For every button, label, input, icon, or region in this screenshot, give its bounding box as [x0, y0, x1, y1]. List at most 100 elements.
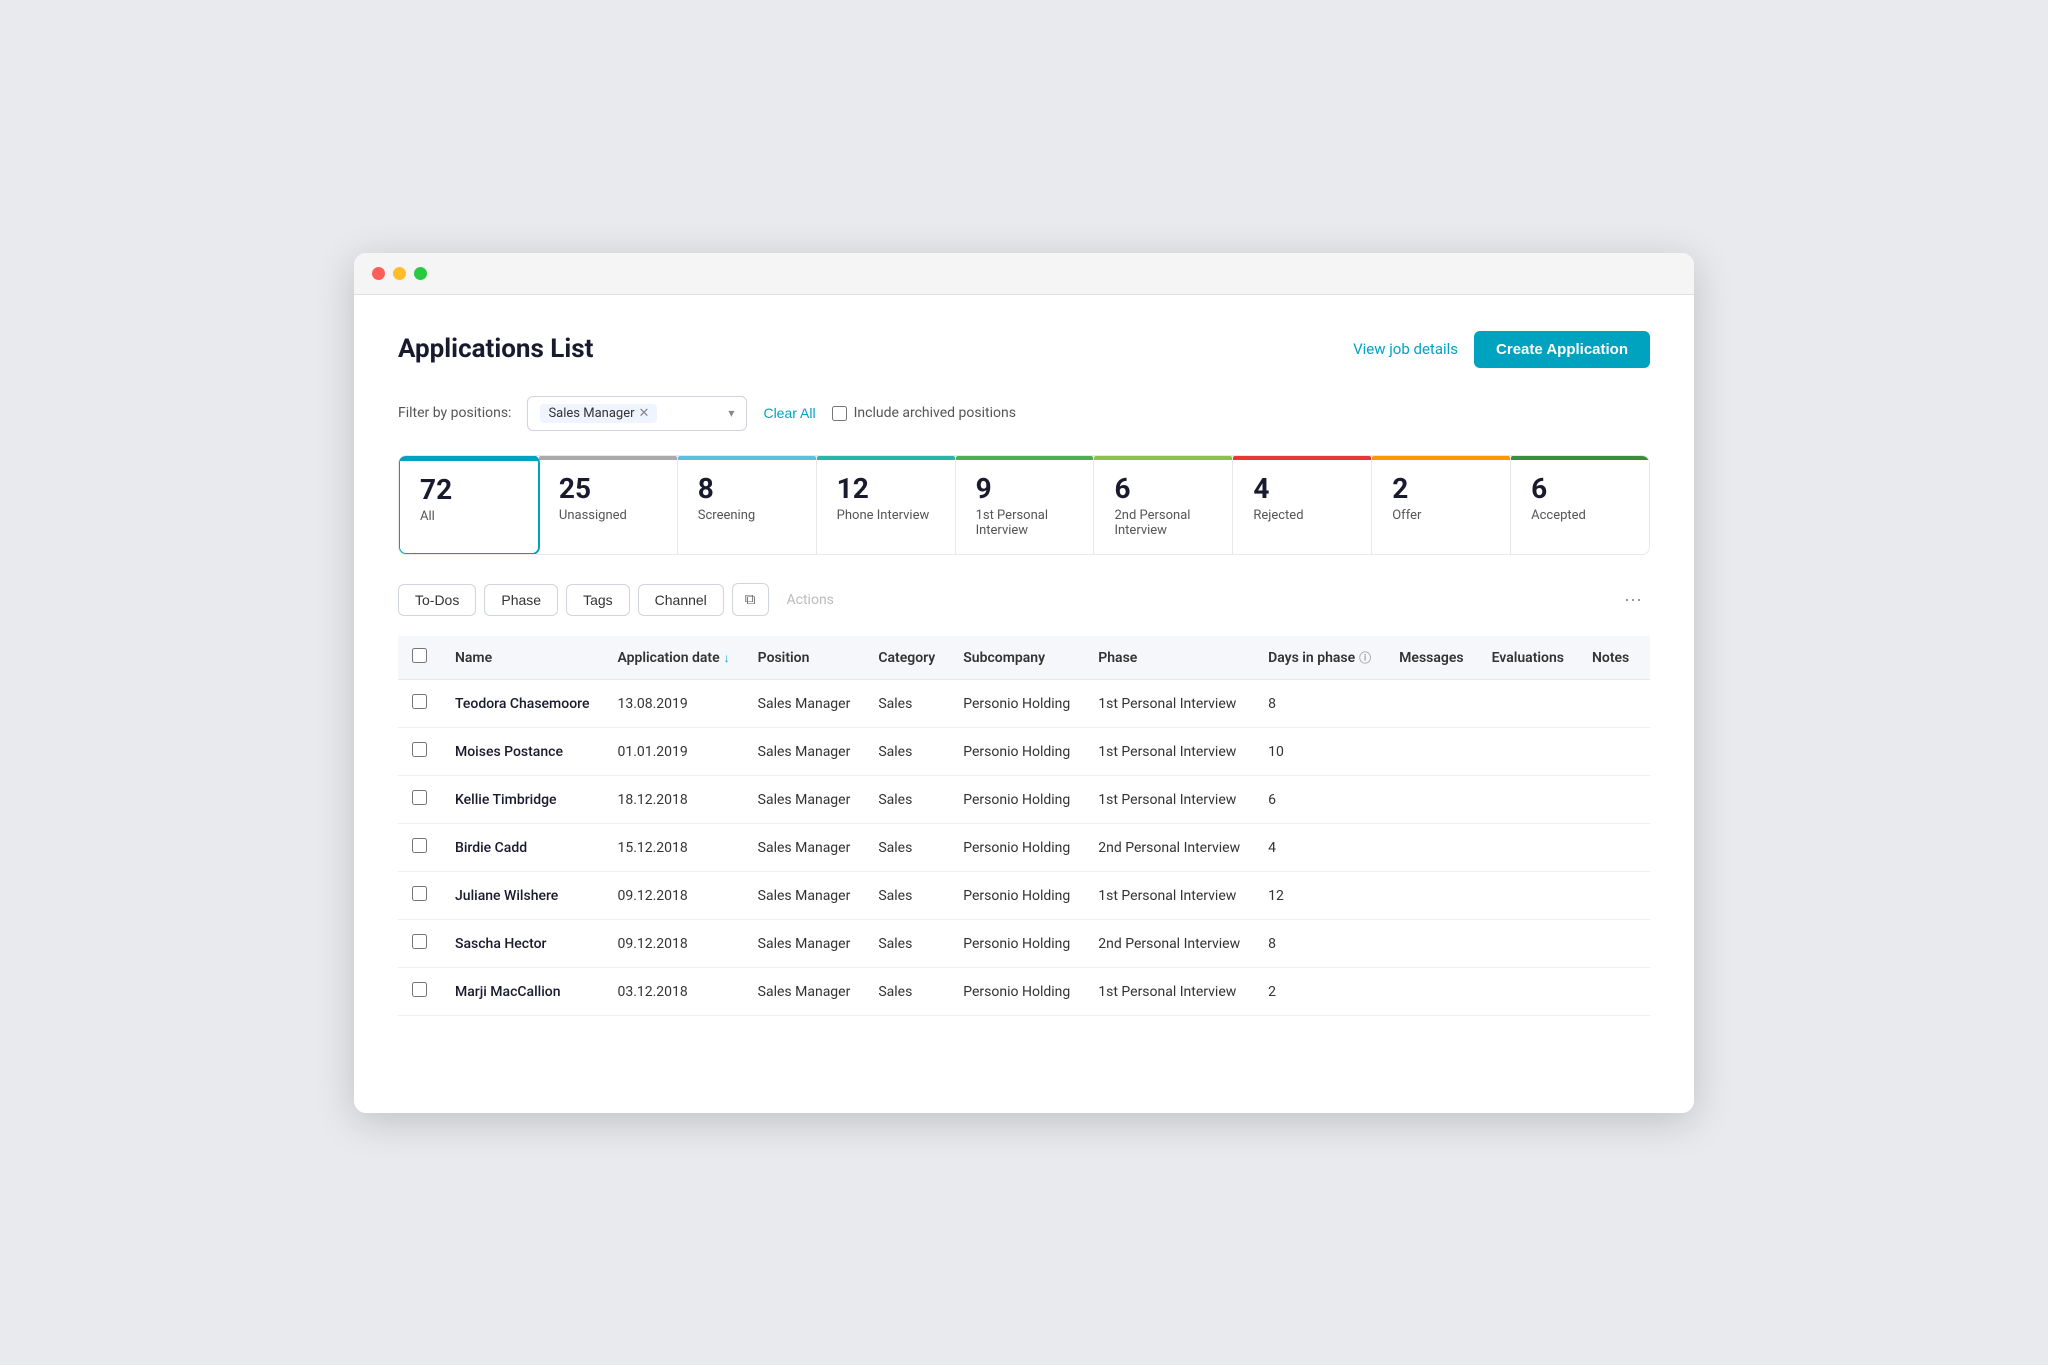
remove-tag-icon[interactable]: ✕	[639, 406, 650, 421]
cell-position-5: Sales Manager	[744, 920, 865, 968]
close-dot[interactable]	[372, 267, 385, 280]
row-select-checkbox-2[interactable]	[412, 790, 427, 805]
titlebar	[354, 253, 1694, 295]
row-select-checkbox-0[interactable]	[412, 694, 427, 709]
stat-card-screening[interactable]: 8 Screening	[678, 456, 817, 555]
cell-tags-5	[1643, 920, 1650, 968]
view-job-link[interactable]: View job details	[1353, 340, 1458, 358]
phase-button[interactable]: Phase	[484, 584, 558, 616]
cell-category-4: Sales	[864, 872, 949, 920]
stat-card-accepted[interactable]: 6 Accepted	[1511, 456, 1649, 555]
cell-position-2: Sales Manager	[744, 776, 865, 824]
col-header-days_in_phase: Days in phaseⓘ	[1254, 636, 1385, 680]
stat-label-screening: Screening	[698, 508, 796, 523]
cell-position-0: Sales Manager	[744, 680, 865, 728]
stat-card-personal2[interactable]: 6 2nd Personal Interview	[1094, 456, 1233, 555]
col-header-evaluations: Evaluations	[1478, 636, 1578, 680]
cell-tags-2	[1643, 776, 1650, 824]
row-checkbox-3	[398, 824, 441, 872]
stat-label-phone: Phone Interview	[837, 508, 935, 523]
table-row[interactable]: Teodora Chasemoore13.08.2019Sales Manage…	[398, 680, 1650, 728]
table-row[interactable]: Juliane Wilshere09.12.2018Sales ManagerS…	[398, 872, 1650, 920]
stats-row: 72 All 25 Unassigned 8 Screening 12 Phon…	[398, 455, 1650, 556]
channel-button[interactable]: Channel	[638, 584, 724, 616]
archive-checkbox-input[interactable]	[832, 406, 847, 421]
cell-notes-1	[1578, 728, 1643, 776]
stat-label-rejected: Rejected	[1253, 508, 1351, 523]
cell-name-0: Teodora Chasemoore	[441, 680, 603, 728]
row-select-checkbox-3[interactable]	[412, 838, 427, 853]
cell-tags-6	[1643, 968, 1650, 1016]
top-actions: View job details Create Application	[1353, 331, 1650, 368]
col-label-position: Position	[758, 650, 810, 666]
clear-all-button[interactable]: Clear All	[763, 405, 815, 421]
table-row[interactable]: Moises Postance01.01.2019Sales ManagerSa…	[398, 728, 1650, 776]
col-label-messages: Messages	[1399, 650, 1463, 666]
row-select-checkbox-5[interactable]	[412, 934, 427, 949]
filter-icon-button[interactable]: ⧉	[732, 583, 769, 616]
cell-name-2: Kellie Timbridge	[441, 776, 603, 824]
chevron-down-icon: ▾	[728, 406, 734, 420]
stat-number-all: 72	[420, 475, 518, 506]
cell-name-3: Birdie Cadd	[441, 824, 603, 872]
maximize-dot[interactable]	[414, 267, 427, 280]
cell-category-1: Sales	[864, 728, 949, 776]
row-select-checkbox-6[interactable]	[412, 982, 427, 997]
cell-subcompany-0: Personio Holding	[949, 680, 1084, 728]
cell-notes-5	[1578, 920, 1643, 968]
cell-tags-3	[1643, 824, 1650, 872]
table-row[interactable]: Kellie Timbridge18.12.2018Sales ManagerS…	[398, 776, 1650, 824]
cell-position-3: Sales Manager	[744, 824, 865, 872]
stat-card-all[interactable]: 72 All	[398, 455, 540, 556]
cell-tags-4	[1643, 872, 1650, 920]
selected-position-tag: Sales Manager ✕	[540, 404, 657, 423]
applications-table-wrap: NameApplication date↓PositionCategorySub…	[398, 636, 1650, 1016]
cell-phase-5: 2nd Personal Interview	[1084, 920, 1254, 968]
cell-category-2: Sales	[864, 776, 949, 824]
stat-number-offer: 2	[1392, 474, 1490, 505]
row-select-checkbox-4[interactable]	[412, 886, 427, 901]
cell-app_date-5: 09.12.2018	[603, 920, 743, 968]
main-content: Applications List View job details Creat…	[354, 295, 1694, 1053]
cell-evaluations-3	[1478, 824, 1578, 872]
stat-card-personal1[interactable]: 9 1st Personal Interview	[956, 456, 1095, 555]
cell-days_in_phase-4: 12	[1254, 872, 1385, 920]
position-filter-select[interactable]: Sales Manager ✕ ▾	[527, 396, 747, 431]
create-application-button[interactable]: Create Application	[1474, 331, 1650, 368]
col-header-app_date[interactable]: Application date↓	[603, 636, 743, 680]
cell-subcompany-3: Personio Holding	[949, 824, 1084, 872]
table-row[interactable]: Sascha Hector09.12.2018Sales ManagerSale…	[398, 920, 1650, 968]
table-row[interactable]: Marji MacCallion03.12.2018Sales ManagerS…	[398, 968, 1650, 1016]
stat-card-rejected[interactable]: 4 Rejected	[1233, 456, 1372, 555]
stat-card-offer[interactable]: 2 Offer	[1372, 456, 1511, 555]
minimize-dot[interactable]	[393, 267, 406, 280]
cell-name-6: Marji MacCallion	[441, 968, 603, 1016]
cell-app_date-3: 15.12.2018	[603, 824, 743, 872]
stat-label-personal1: 1st Personal Interview	[976, 508, 1074, 538]
todos-button[interactable]: To-Dos	[398, 584, 476, 616]
table-row[interactable]: Birdie Cadd15.12.2018Sales ManagerSalesP…	[398, 824, 1650, 872]
more-options-button[interactable]: ···	[1616, 585, 1650, 614]
stat-card-unassigned[interactable]: 25 Unassigned	[539, 456, 678, 555]
cell-evaluations-0	[1478, 680, 1578, 728]
select-all-header	[398, 636, 441, 680]
stat-label-unassigned: Unassigned	[559, 508, 657, 523]
cell-name-4: Juliane Wilshere	[441, 872, 603, 920]
app-window: Applications List View job details Creat…	[354, 253, 1694, 1113]
cell-subcompany-2: Personio Holding	[949, 776, 1084, 824]
row-select-checkbox-1[interactable]	[412, 742, 427, 757]
stat-label-personal2: 2nd Personal Interview	[1114, 508, 1212, 538]
stat-card-phone[interactable]: 12 Phone Interview	[817, 456, 956, 555]
stat-number-accepted: 6	[1531, 474, 1629, 505]
cell-subcompany-4: Personio Holding	[949, 872, 1084, 920]
cell-phase-4: 1st Personal Interview	[1084, 872, 1254, 920]
cell-days_in_phase-5: 8	[1254, 920, 1385, 968]
col-label-category: Category	[878, 650, 935, 666]
cell-phase-0: 1st Personal Interview	[1084, 680, 1254, 728]
select-all-checkbox[interactable]	[412, 648, 427, 663]
top-bar: Applications List View job details Creat…	[398, 331, 1650, 368]
tags-button[interactable]: Tags	[566, 584, 630, 616]
cell-messages-0	[1385, 680, 1477, 728]
stat-number-rejected: 4	[1253, 474, 1351, 505]
col-header-messages: Messages	[1385, 636, 1477, 680]
